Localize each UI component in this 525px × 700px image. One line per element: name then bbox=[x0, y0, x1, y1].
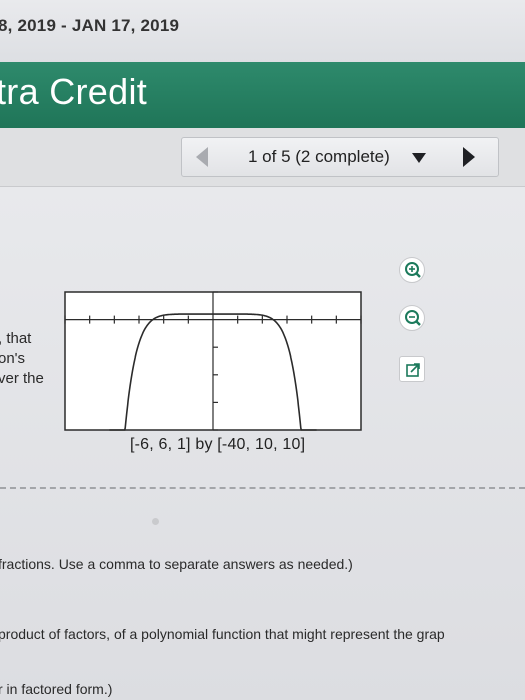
triangle-left-icon[interactable] bbox=[196, 147, 208, 167]
zoom-out-icon bbox=[405, 310, 421, 326]
instruction-fractions: fractions. Use a comma to separate answe… bbox=[0, 556, 353, 572]
popout-button[interactable] bbox=[399, 356, 425, 382]
question-text-line: ver the bbox=[0, 370, 44, 387]
top-bar: 8, 2019 - JAN 17, 2019 bbox=[0, 0, 525, 62]
zoom-out-button[interactable] bbox=[399, 305, 425, 331]
question-text-line: on's bbox=[0, 350, 26, 367]
assignment-banner: tra Credit bbox=[0, 62, 525, 128]
date-range: 8, 2019 - JAN 17, 2019 bbox=[0, 16, 180, 35]
section-divider bbox=[0, 487, 525, 489]
instruction-factored-form: r in factored form.) bbox=[0, 681, 113, 697]
popout-icon bbox=[406, 363, 420, 377]
caret-down-icon[interactable] bbox=[412, 153, 426, 163]
question-text-line: , that bbox=[0, 330, 32, 347]
viewing-window-label: [-6, 6, 1] by [-40, 10, 10] bbox=[130, 436, 306, 453]
answer-dot bbox=[152, 518, 159, 525]
polynomial-graph bbox=[64, 291, 362, 431]
assignment-title: tra Credit bbox=[0, 71, 148, 112]
zoom-in-button[interactable] bbox=[399, 257, 425, 283]
question-navigator: 1 of 5 (2 complete) bbox=[181, 137, 499, 177]
question-position-dropdown[interactable]: 1 of 5 (2 complete) bbox=[248, 147, 390, 167]
triangle-right-icon[interactable] bbox=[463, 147, 475, 167]
instruction-factors: product of factors, of a polynomial func… bbox=[0, 626, 445, 642]
zoom-in-icon bbox=[405, 262, 421, 278]
